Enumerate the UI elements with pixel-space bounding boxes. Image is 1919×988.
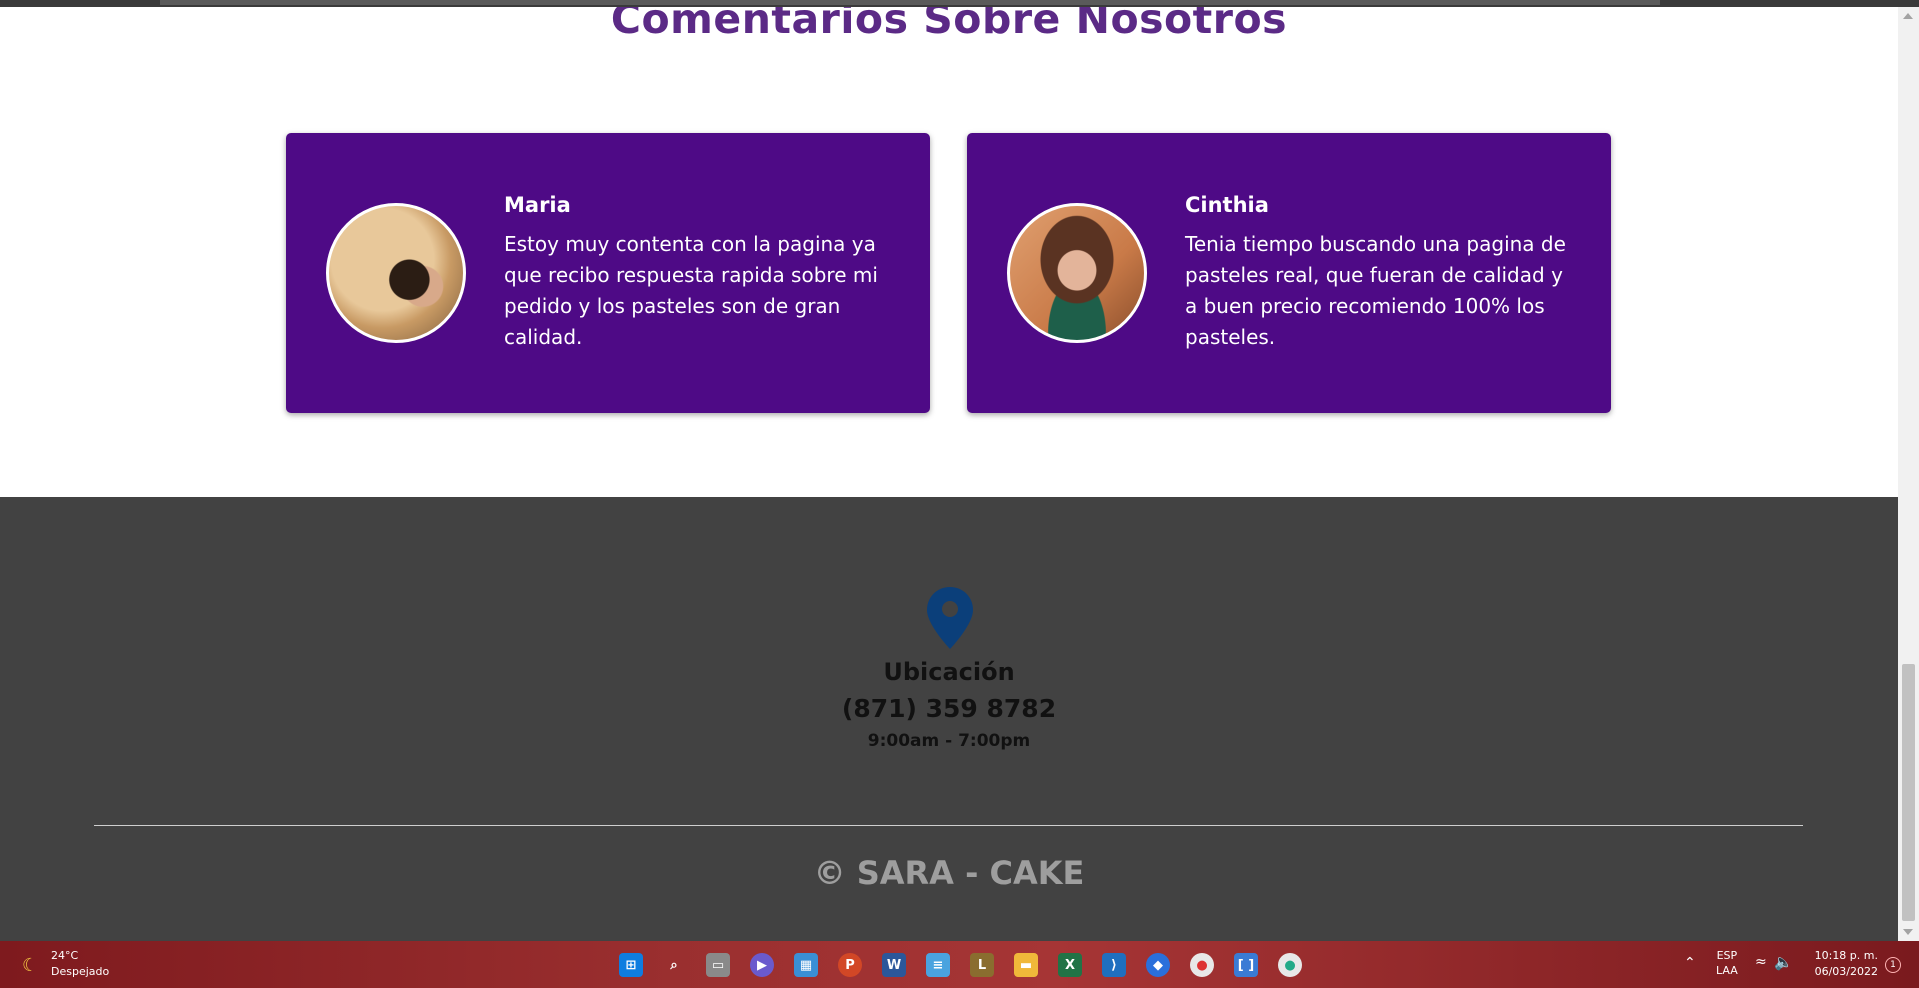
weather-description[interactable]: Despejado [51,965,109,978]
business-hours: 9:00am - 7:00pm [867,731,1031,751]
location-pin-icon[interactable] [925,585,975,651]
testimonial-name: Maria [504,193,571,217]
notepad-icon[interactable]: ≡ [926,953,950,977]
page-viewport: Comentarios Sobre Nosotros Maria Estoy m… [0,7,1898,941]
word-icon[interactable]: W [882,953,906,977]
app-icon[interactable]: ◆ [1146,953,1170,977]
file-explorer-icon[interactable]: ▬ [1014,953,1038,977]
language-indicator[interactable]: ESP LAA [1716,948,1738,978]
phone-number: (871) 359 8782 [841,694,1057,723]
language-code: ESP [1716,949,1738,962]
location-label: Ubicación [883,658,1015,686]
chevron-up-icon[interactable]: ⌃ [1684,955,1696,971]
scroll-up-arrow-icon[interactable] [1903,13,1913,19]
time: 10:18 p. m. [1814,949,1878,962]
section-title: Comentarios Sobre Nosotros [610,7,1288,43]
search-icon[interactable]: ⌕ [662,953,686,977]
date: 06/03/2022 [1814,965,1878,978]
weather-temperature[interactable]: 24°C [51,949,78,962]
chrome-active-icon[interactable]: ● [1278,953,1302,977]
volume-icon[interactable]: 🔈 [1774,953,1793,971]
footer: Ubicación (871) 359 8782 9:00am - 7:00pm… [0,497,1898,941]
footer-divider [94,825,1803,826]
browser-tab-strip [160,0,1660,5]
notification-badge[interactable]: 1 [1885,957,1901,973]
windows-taskbar: ☾ 24°C Despejado ⊞ ⌕ ▭ ▶ ▦ P W ≡ L ▬ X ⟩… [0,941,1919,988]
vscode-icon[interactable]: ⟩ [1102,953,1126,977]
chrome-icon[interactable]: ● [1190,953,1214,977]
clock[interactable]: 10:18 p. m. 06/03/2022 [1806,948,1878,980]
widgets-icon[interactable]: ▦ [794,953,818,977]
testimonial-card: Maria Estoy muy contenta con la pagina y… [286,133,930,413]
avatar [1007,203,1147,343]
scrollbar-thumb[interactable] [1902,664,1915,921]
avatar [326,203,466,343]
powerpoint-icon[interactable]: P [838,953,862,977]
teams-icon[interactable]: ▶ [750,953,774,977]
vertical-scrollbar[interactable] [1898,7,1919,941]
game-icon[interactable]: L [970,953,994,977]
task-view-icon[interactable]: ▭ [706,953,730,977]
wifi-icon[interactable]: ≈ [1755,954,1767,970]
testimonial-card: Cinthia Tenia tiempo buscando una pagina… [967,133,1611,413]
copyright: © SARA - CAKE [813,854,1085,892]
excel-icon[interactable]: X [1058,953,1082,977]
scroll-down-arrow-icon[interactable] [1903,929,1913,935]
testimonial-name: Cinthia [1185,193,1269,217]
moon-weather-icon[interactable]: ☾ [22,955,38,976]
start-icon[interactable]: ⊞ [619,953,643,977]
testimonial-comment: Tenia tiempo buscando una pagina de past… [1185,232,1566,349]
keyboard-layout: LAA [1716,964,1738,977]
browser-top-edge [0,0,1919,7]
testimonial-comment: Estoy muy contenta con la pagina ya que … [504,232,878,349]
terminal-icon[interactable]: [ ] [1234,953,1258,977]
